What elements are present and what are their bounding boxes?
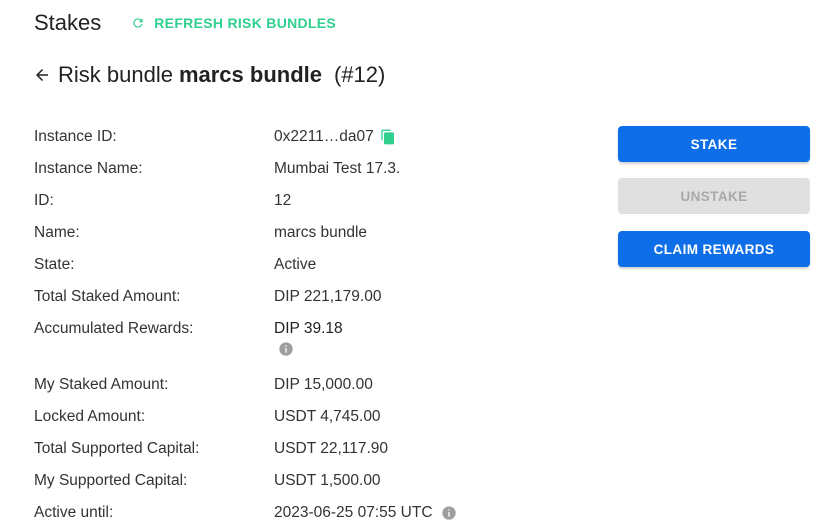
detail-value: DIP 39.18 xyxy=(274,313,343,369)
info-icon[interactable] xyxy=(278,341,343,357)
detail-row-total-staked: Total Staked Amount: DIP 221,179.00 xyxy=(34,281,457,313)
detail-value: USDT 4,745.00 xyxy=(274,408,381,425)
detail-row-instance-name: Instance Name: Mumbai Test 17.3. xyxy=(34,153,457,185)
detail-value: USDT 22,117.90 xyxy=(274,440,389,457)
detail-row-my-supported-capital: My Supported Capital: USDT 1,500.00 xyxy=(34,465,457,497)
detail-label: Total Supported Capital: xyxy=(34,440,200,457)
detail-row-active-until: Active until: 2023-06-25 07:55 UTC xyxy=(34,497,457,529)
arrow-left-icon xyxy=(36,69,48,81)
detail-label: Total Staked Amount: xyxy=(34,288,181,305)
detail-row-locked-amount: Locked Amount: USDT 4,745.00 xyxy=(34,401,457,433)
back-button[interactable] xyxy=(33,66,51,84)
detail-value: Active xyxy=(274,256,317,273)
detail-label: My Supported Capital: xyxy=(34,472,188,489)
refresh-label: REFRESH RISK BUNDLES xyxy=(154,15,337,31)
info-icon[interactable] xyxy=(441,505,457,521)
detail-row-instance-id: Instance ID: 0x2211…da07 xyxy=(34,121,457,153)
detail-row-accumulated-rewards: Accumulated Rewards: DIP 39.18 xyxy=(34,313,457,369)
detail-label: Instance ID: xyxy=(34,128,117,145)
detail-row-my-staked: My Staked Amount: DIP 15,000.00 xyxy=(34,369,457,401)
detail-label: Name: xyxy=(34,224,80,241)
bundle-title-name: marcs bundle xyxy=(178,62,322,87)
detail-row-state: State: Active xyxy=(34,249,457,281)
stakes-page: Stakes REFRESH RISK BUNDLES Risk bundle … xyxy=(0,0,825,529)
claim-rewards-button[interactable]: CLAIM REWARDS xyxy=(618,231,810,267)
detail-label: Active until: xyxy=(34,504,114,521)
bundle-title-id: (#12) xyxy=(334,62,386,87)
detail-value: USDT 1,500.00 xyxy=(274,472,381,489)
detail-label: ID: xyxy=(34,192,54,209)
detail-label: Instance Name: xyxy=(34,160,143,177)
bundle-details: Instance ID: 0x2211…da07 Instance Name: … xyxy=(34,121,457,529)
detail-value: 12 xyxy=(274,192,292,209)
page-title: Stakes xyxy=(34,10,102,35)
instance-id-value: 0x2211…da07 xyxy=(274,128,374,145)
page-header: Stakes REFRESH RISK BUNDLES xyxy=(34,10,336,36)
detail-label: My Staked Amount: xyxy=(34,376,169,393)
stake-button[interactable]: STAKE xyxy=(618,126,810,162)
detail-value: marcs bundle xyxy=(274,224,368,241)
detail-row-name: Name: marcs bundle xyxy=(34,217,457,249)
copy-instance-id-button[interactable] xyxy=(380,121,396,145)
detail-row-total-supported-capital: Total Supported Capital: USDT 22,117.90 xyxy=(34,433,457,465)
active-until-value: 2023-06-25 07:55 UTC xyxy=(274,504,433,521)
detail-label: Locked Amount: xyxy=(34,408,146,425)
bundle-title-prefix: Risk bundle xyxy=(58,62,173,87)
detail-row-id: ID: 12 xyxy=(34,185,457,217)
detail-label: State: xyxy=(34,256,75,273)
detail-value: DIP 15,000.00 xyxy=(274,376,373,393)
copy-icon xyxy=(381,129,394,145)
detail-value: 2023-06-25 07:55 UTC xyxy=(274,497,457,529)
refresh-risk-bundles-button[interactable]: REFRESH RISK BUNDLES xyxy=(131,15,336,31)
bundle-heading: Risk bundle marcs bundle (#12) xyxy=(33,62,385,88)
unstake-button[interactable]: UNSTAKE xyxy=(618,178,810,214)
detail-value: 0x2211…da07 xyxy=(274,121,396,153)
detail-value: DIP 221,179.00 xyxy=(274,288,382,305)
refresh-icon xyxy=(133,18,143,28)
detail-value: Mumbai Test 17.3. xyxy=(274,160,401,177)
detail-label: Accumulated Rewards: xyxy=(34,320,194,337)
